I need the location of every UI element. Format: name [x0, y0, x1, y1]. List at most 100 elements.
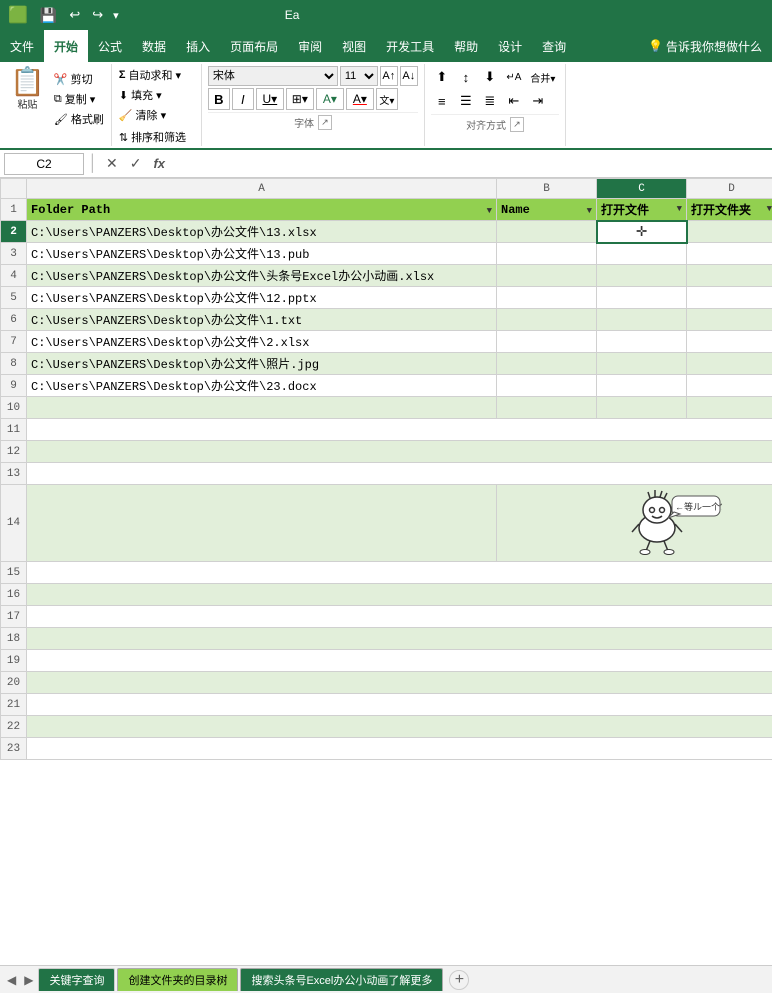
sheet-tab-scroll-left[interactable]: ◀	[4, 971, 19, 989]
tab-review[interactable]: 审阅	[288, 30, 332, 62]
col-header-select-all[interactable]	[1, 179, 27, 199]
row-header-20[interactable]: 20	[1, 672, 27, 694]
alignment-group-expand-icon[interactable]: ↗	[510, 117, 524, 132]
sheet-tab-scroll-right[interactable]: ▶	[21, 971, 36, 989]
row-header-3[interactable]: 3	[1, 243, 27, 265]
redo-button[interactable]: ↪	[88, 5, 107, 25]
row-header-5[interactable]: 5	[1, 287, 27, 309]
cell-b5[interactable]	[497, 287, 597, 309]
cell-d5[interactable]	[687, 287, 772, 309]
row-header-12[interactable]: 12	[1, 441, 27, 463]
row-header-14[interactable]: 14	[1, 485, 27, 562]
cell-d3[interactable]	[687, 243, 772, 265]
cell-d1[interactable]: 打开文件夹 ▼	[687, 199, 772, 221]
cell-a9[interactable]: C:\Users\PANZERS\Desktop\办公文件\23.docx	[27, 375, 497, 397]
row-header-7[interactable]: 7	[1, 331, 27, 353]
cell-c6[interactable]	[597, 309, 687, 331]
col-header-a[interactable]: A	[27, 179, 497, 199]
row-header-19[interactable]: 19	[1, 650, 27, 672]
row-header-6[interactable]: 6	[1, 309, 27, 331]
tab-file[interactable]: 文件	[0, 30, 44, 62]
align-middle-button[interactable]: ↕	[455, 66, 477, 88]
phonetic-button[interactable]: 文▾	[376, 88, 398, 110]
row-header-10[interactable]: 10	[1, 397, 27, 419]
row-header-4[interactable]: 4	[1, 265, 27, 287]
cell-row22[interactable]	[27, 716, 772, 738]
sheet-tab-keyword[interactable]: 关键字查询	[38, 968, 115, 991]
format-brush-button[interactable]: 🖌格式刷	[51, 110, 107, 128]
cell-d10[interactable]	[687, 397, 772, 419]
tab-query[interactable]: 查询	[532, 30, 576, 62]
cell-d9[interactable]	[687, 375, 772, 397]
row-header-23[interactable]: 23	[1, 738, 27, 760]
cell-row18[interactable]	[27, 628, 772, 650]
cut-button[interactable]: ✂️剪切	[51, 70, 107, 88]
cell-b3[interactable]	[497, 243, 597, 265]
align-center-button[interactable]: ☰	[455, 90, 477, 112]
tab-home[interactable]: 开始	[44, 30, 88, 62]
confirm-icon[interactable]: ✓	[126, 154, 146, 173]
row-header-8[interactable]: 8	[1, 353, 27, 375]
name-box[interactable]	[4, 153, 84, 175]
copy-button[interactable]: ⧉复制 ▾	[51, 90, 107, 108]
cell-c4[interactable]	[597, 265, 687, 287]
font-size-select[interactable]: 11	[340, 66, 378, 86]
merge-center-button[interactable]: 合并▾	[527, 66, 559, 88]
row-header-9[interactable]: 9	[1, 375, 27, 397]
cell-c5[interactable]	[597, 287, 687, 309]
align-right-button[interactable]: ≣	[479, 90, 501, 112]
row-header-2[interactable]: 2	[1, 221, 27, 243]
cell-c9[interactable]	[597, 375, 687, 397]
cell-d2[interactable]	[687, 221, 772, 243]
cell-row11[interactable]	[27, 419, 772, 441]
cell-c2[interactable]: ✛	[597, 221, 687, 243]
cell-c7[interactable]	[597, 331, 687, 353]
cell-b9[interactable]	[497, 375, 597, 397]
font-border-button[interactable]: ⊞▾	[286, 88, 314, 110]
align-top-button[interactable]: ⬆	[431, 66, 453, 88]
row-header-16[interactable]: 16	[1, 584, 27, 606]
cell-c1[interactable]: 打开文件 ▼	[597, 199, 687, 221]
font-color-button[interactable]: A▾	[346, 88, 374, 110]
font-group-expand-icon[interactable]: ↗	[318, 115, 332, 130]
cell-row12[interactable]	[27, 441, 772, 463]
cell-a1[interactable]: Folder Path ▼	[27, 199, 497, 221]
col-header-b[interactable]: B	[497, 179, 597, 199]
decrease-indent-button[interactable]: ⇤	[503, 90, 525, 112]
qat-customize-button[interactable]: ▾	[111, 7, 121, 24]
cell-d8[interactable]	[687, 353, 772, 375]
cell-row16[interactable]	[27, 584, 772, 606]
cell-a8[interactable]: C:\Users\PANZERS\Desktop\办公文件\照片.jpg	[27, 353, 497, 375]
save-button[interactable]: 💾	[36, 5, 61, 26]
cell-a6[interactable]: C:\Users\PANZERS\Desktop\办公文件\1.txt	[27, 309, 497, 331]
italic-button[interactable]: I	[232, 88, 254, 110]
cell-d7[interactable]	[687, 331, 772, 353]
increase-indent-button[interactable]: ⇥	[527, 90, 549, 112]
cell-row17[interactable]	[27, 606, 772, 628]
cancel-icon[interactable]: ✕	[102, 154, 122, 173]
align-bottom-button[interactable]: ⬇	[479, 66, 501, 88]
fill-color-button[interactable]: A▾	[316, 88, 344, 110]
cell-b10[interactable]	[497, 397, 597, 419]
row-header-17[interactable]: 17	[1, 606, 27, 628]
cell-a10[interactable]	[27, 397, 497, 419]
bold-button[interactable]: B	[208, 88, 230, 110]
cell-b8[interactable]	[497, 353, 597, 375]
cell-b2[interactable]	[497, 221, 597, 243]
formula-input[interactable]	[173, 153, 768, 175]
tab-data[interactable]: 数据	[132, 30, 176, 62]
cell-a7[interactable]: C:\Users\PANZERS\Desktop\办公文件\2.xlsx	[27, 331, 497, 353]
fill-button[interactable]: ⬇填充 ▾	[116, 86, 197, 104]
cell-b7[interactable]	[497, 331, 597, 353]
align-left-button[interactable]: ≡	[431, 90, 453, 112]
cell-a3[interactable]: C:\Users\PANZERS\Desktop\办公文件\13.pub	[27, 243, 497, 265]
tab-design[interactable]: 设计	[488, 30, 532, 62]
font-size-decrease-button[interactable]: A↓	[400, 66, 418, 86]
cell-a2[interactable]: C:\Users\PANZERS\Desktop\办公文件\13.xlsx	[27, 221, 497, 243]
cell-a4[interactable]: C:\Users\PANZERS\Desktop\办公文件\头条号Excel办公…	[27, 265, 497, 287]
cell-row13[interactable]	[27, 463, 772, 485]
cell-b4[interactable]	[497, 265, 597, 287]
row-header-13[interactable]: 13	[1, 463, 27, 485]
col-header-d[interactable]: D	[687, 179, 772, 199]
row-header-21[interactable]: 21	[1, 694, 27, 716]
